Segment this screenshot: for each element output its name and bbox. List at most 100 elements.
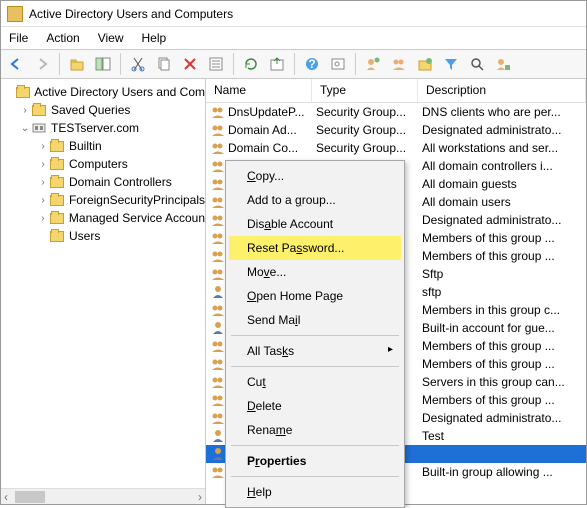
properties-button[interactable] [205, 53, 227, 75]
collapse-icon[interactable]: ⌄ [19, 123, 31, 134]
tree-fsp[interactable]: › ForeignSecurityPrincipals [1, 191, 205, 209]
tree-pane: Active Directory Users and Com › Saved Q… [1, 79, 206, 504]
filter-button[interactable] [440, 53, 462, 75]
expand-icon[interactable]: › [37, 195, 49, 206]
cell-description: Designated administrato... [418, 213, 586, 227]
ctx-label: Rename [247, 423, 292, 437]
context-menu: Copy... Add to a group... Disable Accoun… [225, 160, 405, 508]
column-header-type[interactable]: Type [312, 79, 418, 102]
ctx-disable-account[interactable]: Disable Account [229, 212, 401, 236]
add-user-to-group-button[interactable] [492, 53, 514, 75]
ctx-label: Move... [247, 265, 286, 279]
scrollbar-thumb[interactable] [15, 491, 45, 503]
list-row[interactable]: DnsUpdateP...Security Group...DNS client… [206, 103, 586, 121]
menu-file[interactable]: File [9, 31, 28, 45]
new-user-button[interactable] [362, 53, 384, 75]
scroll-left-icon[interactable]: ‹ [1, 490, 11, 504]
export-button[interactable] [266, 53, 288, 75]
ctx-label: Help [247, 485, 272, 499]
ctx-label: Properties [247, 454, 306, 468]
cut-button[interactable] [127, 53, 149, 75]
ctx-label: Send Mail [247, 313, 300, 327]
ctx-open-home-page[interactable]: Open Home Page [229, 284, 401, 308]
group-icon [210, 176, 226, 192]
expand-icon[interactable]: › [37, 159, 49, 170]
cell-description: Members of this group ... [418, 231, 586, 245]
ctx-reset-password[interactable]: Reset Password... [229, 236, 401, 260]
cell-description: Members of this group ... [418, 249, 586, 263]
list-row[interactable]: Domain Co...Security Group...All worksta… [206, 139, 586, 157]
tree-domain[interactable]: ⌄ TESTserver.com [1, 119, 205, 137]
cell-description: Built-in group allowing ... [418, 465, 586, 479]
ctx-rename[interactable]: Rename [229, 418, 401, 442]
scroll-right-icon[interactable]: › [195, 490, 205, 504]
group-icon [210, 266, 226, 282]
expand-icon[interactable]: › [19, 105, 31, 116]
find-button[interactable] [327, 53, 349, 75]
new-ou-button[interactable] [414, 53, 436, 75]
expand-icon[interactable]: › [37, 213, 49, 224]
ctx-delete[interactable]: Delete [229, 394, 401, 418]
ctx-move[interactable]: Move... [229, 260, 401, 284]
delete-button[interactable] [179, 53, 201, 75]
cell-description: All domain users [418, 195, 586, 209]
expand-icon[interactable]: › [37, 177, 49, 188]
tree-users[interactable]: Users [1, 227, 205, 245]
toolbar-sep [233, 53, 234, 75]
tree-builtin[interactable]: › Builtin [1, 137, 205, 155]
tree-root[interactable]: Active Directory Users and Com [1, 83, 205, 101]
menu-action[interactable]: Action [46, 31, 79, 45]
cell-name: Domain Co... [228, 141, 298, 155]
ctx-label: Disable Account [247, 217, 333, 231]
help-button[interactable]: ? [301, 53, 323, 75]
title-bar: Active Directory Users and Computers [1, 1, 586, 27]
toolbar-sep [355, 53, 356, 75]
new-group-button[interactable] [388, 53, 410, 75]
column-header-name[interactable]: Name [206, 79, 312, 102]
ctx-separator [231, 335, 399, 336]
list-row[interactable]: Domain Ad...Security Group...Designated … [206, 121, 586, 139]
ctx-all-tasks[interactable]: All Tasks▸ [229, 339, 401, 363]
menu-bar: File Action View Help [1, 27, 586, 49]
column-header-description[interactable]: Description [418, 79, 586, 102]
menu-view[interactable]: View [98, 31, 124, 45]
ctx-separator [231, 445, 399, 446]
folder-icon [49, 228, 65, 244]
copy-button[interactable] [153, 53, 175, 75]
menu-help[interactable]: Help [142, 31, 167, 45]
folder-icon [49, 192, 65, 208]
cell-description: Members of this group ... [418, 339, 586, 353]
group-icon [210, 464, 226, 480]
ctx-cut[interactable]: Cut [229, 370, 401, 394]
search-button[interactable] [466, 53, 488, 75]
expand-icon[interactable]: › [37, 141, 49, 152]
forward-button[interactable] [31, 53, 53, 75]
tree-computers[interactable]: › Computers [1, 155, 205, 173]
ctx-help[interactable]: Help [229, 480, 401, 504]
tree-label: Saved Queries [51, 103, 130, 117]
up-button[interactable] [66, 53, 88, 75]
group-icon [210, 410, 226, 426]
show-hide-tree-button[interactable] [92, 53, 114, 75]
ctx-properties[interactable]: Properties [229, 449, 401, 473]
user-icon [210, 428, 226, 444]
folder-icon [31, 102, 47, 118]
back-button[interactable] [5, 53, 27, 75]
tree-domain-controllers[interactable]: › Domain Controllers [1, 173, 205, 191]
cell-type: Security Group... [312, 105, 418, 119]
tree-msa[interactable]: › Managed Service Accoun [1, 209, 205, 227]
folder-icon [49, 138, 65, 154]
tree-saved-queries[interactable]: › Saved Queries [1, 101, 205, 119]
cell-description: Servers in this group can... [418, 375, 586, 389]
cell-description: DNS clients who are per... [418, 105, 586, 119]
ctx-add-to-group[interactable]: Add to a group... [229, 188, 401, 212]
cell-description: Members of this group ... [418, 357, 586, 371]
tree-hscrollbar[interactable]: ‹ › [1, 488, 205, 504]
group-icon [210, 248, 226, 264]
cell-type: Security Group... [312, 123, 418, 137]
ctx-copy[interactable]: Copy... [229, 164, 401, 188]
refresh-button[interactable] [240, 53, 262, 75]
tree-label: TESTserver.com [51, 121, 139, 135]
tree-label: Managed Service Accoun [69, 211, 205, 225]
ctx-send-mail[interactable]: Send Mail [229, 308, 401, 332]
